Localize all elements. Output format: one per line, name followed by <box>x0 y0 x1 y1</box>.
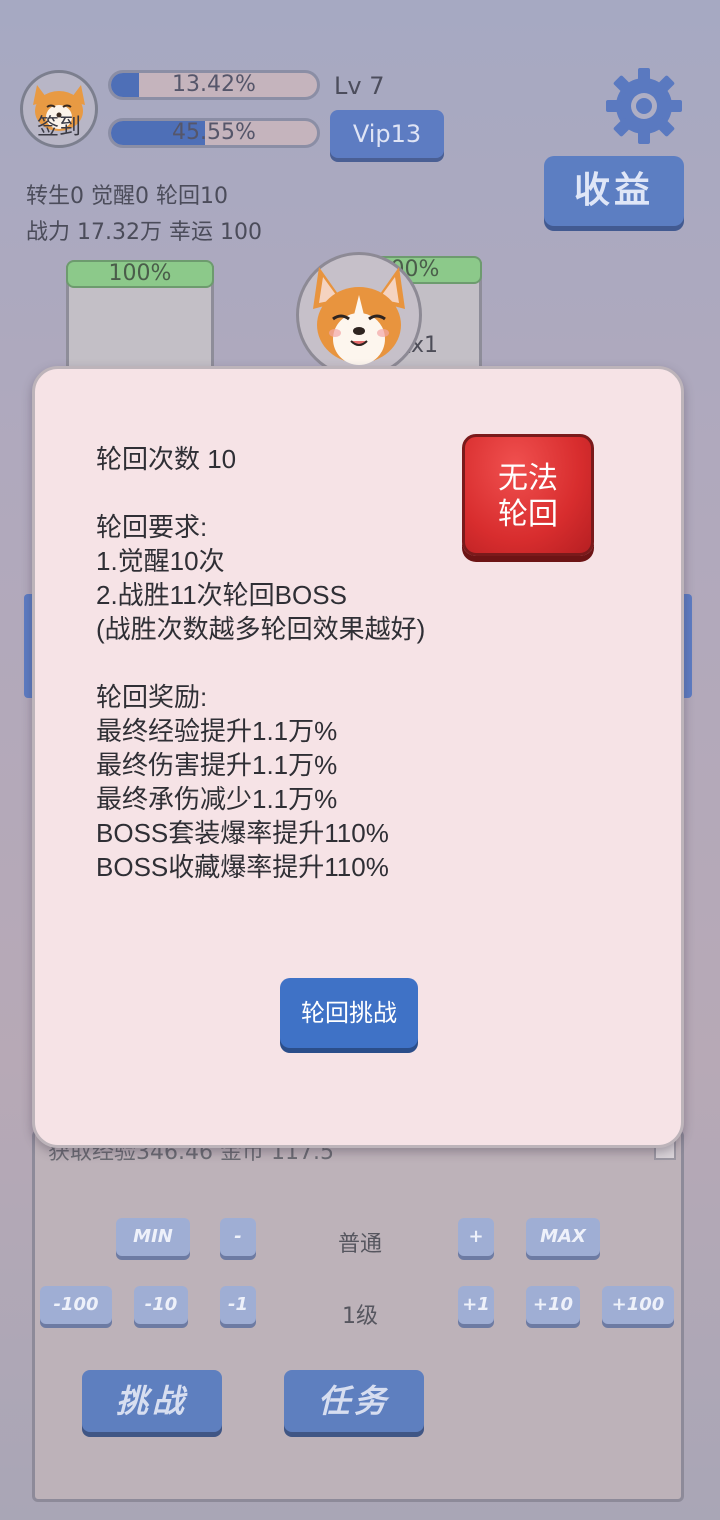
corgi-mascot <box>296 252 422 378</box>
difficulty-minus-button[interactable]: - <box>220 1218 256 1256</box>
vip-button[interactable]: Vip13 <box>330 110 444 158</box>
task-button[interactable]: 任务 <box>284 1370 424 1432</box>
hp-percent-text: 45.55% <box>172 120 256 145</box>
cannot-reincarnate-line2: 轮回 <box>498 497 558 532</box>
cannot-reincarnate-button[interactable]: 无法 轮回 <box>462 434 594 556</box>
level-minus100-button[interactable]: -100 <box>40 1286 112 1324</box>
level-plus100-button[interactable]: +100 <box>602 1286 674 1324</box>
gear-icon[interactable] <box>604 66 684 146</box>
challenge-button[interactable]: 挑战 <box>82 1370 222 1432</box>
difficulty-plus-button[interactable]: + <box>458 1218 494 1256</box>
cannot-reincarnate-line1: 无法 <box>498 461 558 496</box>
level-minus10-button[interactable]: -10 <box>134 1286 188 1324</box>
sign-in-label: 签到 <box>36 115 81 140</box>
income-button[interactable]: 收益 <box>544 156 684 226</box>
level-plus1-button[interactable]: +1 <box>458 1286 494 1324</box>
exp-percent-text: 13.42% <box>172 72 256 97</box>
right-side-tab <box>684 594 692 698</box>
level-select-label: 1级 <box>342 1304 378 1329</box>
reincarnation-challenge-button[interactable]: 轮回挑战 <box>280 978 418 1048</box>
difficulty-min-button[interactable]: MIN <box>116 1218 190 1256</box>
hp-progress-bar: 45.55% <box>108 118 320 148</box>
rebirth-stats: 转生0 觉醒0 轮回10 <box>26 184 228 209</box>
player-avatar[interactable]: 签到 <box>20 70 98 148</box>
left-side-tab <box>24 594 32 698</box>
corgi-face-icon <box>313 267 405 365</box>
difficulty-label: 普通 <box>337 1232 382 1257</box>
hero-card-left-hp: 100% <box>66 260 214 288</box>
difficulty-max-button[interactable]: MAX <box>526 1218 600 1256</box>
exp-progress-bar: 13.42% <box>108 70 320 100</box>
power-luck-stats: 战力 17.32万 幸运 100 <box>26 220 262 245</box>
level-minus1-button[interactable]: -1 <box>220 1286 256 1324</box>
reincarnation-info-text: 轮回次数 10 轮回要求: 1.觉醒10次 2.战胜11次轮回BOSS (战胜次… <box>96 444 426 882</box>
level-label: Lv 7 <box>334 72 385 100</box>
level-plus10-button[interactable]: +10 <box>526 1286 580 1324</box>
